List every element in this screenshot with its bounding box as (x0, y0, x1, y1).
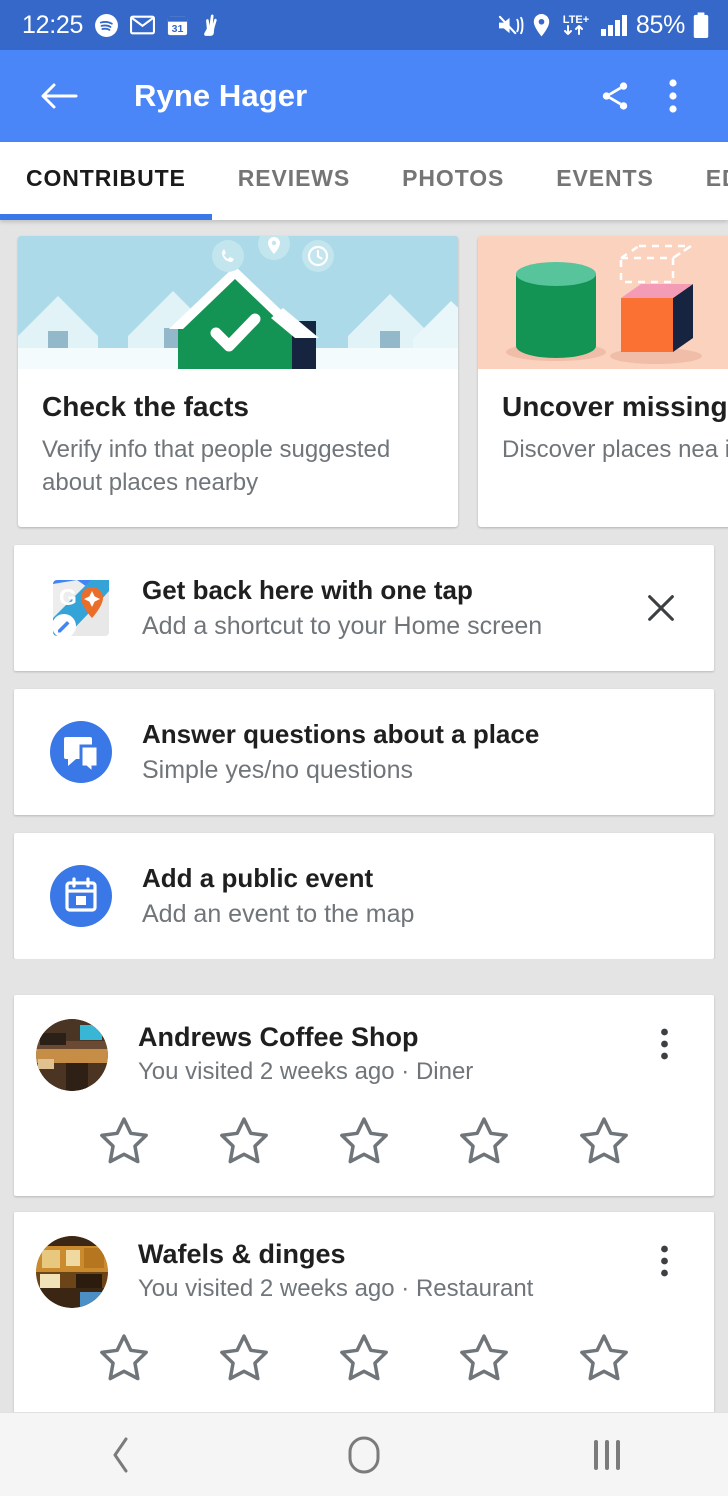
promo-carousel[interactable]: Check the facts Verify info that people … (0, 220, 728, 527)
svg-text:G: G (59, 584, 77, 610)
overflow-menu-button[interactable] (636, 1236, 692, 1278)
app-icon (200, 13, 222, 38)
status-bar-right: LTE+ 85% (497, 11, 710, 40)
location-icon (531, 13, 552, 38)
battery-percent-label: 85% (636, 11, 685, 40)
share-button[interactable] (586, 67, 644, 125)
close-icon[interactable] (630, 591, 692, 625)
system-navigation-bar (0, 1412, 728, 1496)
tab-photos[interactable]: PHOTOS (376, 142, 530, 214)
section-divider (0, 959, 728, 995)
place-name: Wafels & dinges (138, 1239, 636, 1270)
tab-bar[interactable]: CONTRIBUTE REVIEWS PHOTOS EVENTS EDITS Q (0, 142, 728, 220)
action-card-text: Answer questions about a place Simple ye… (118, 719, 692, 785)
page-title: Ryne Hager (134, 78, 586, 114)
action-card-home-shortcut[interactable]: G Get back here with one tap Add a short… (14, 545, 714, 671)
phone-screen: 12:25 31 LTE+ (0, 0, 728, 1496)
tab-edits[interactable]: EDITS (680, 142, 728, 214)
rating-stars[interactable] (36, 1091, 692, 1180)
recents-icon (594, 1440, 620, 1470)
avatar (36, 1236, 108, 1308)
promo-card-text: Uncover missing Discover places nea info… (478, 369, 728, 494)
promo-card-check-the-facts[interactable]: Check the facts Verify info that people … (18, 236, 458, 527)
back-button[interactable] (30, 67, 88, 125)
tab-label: EDITS (706, 165, 728, 192)
promo-subtitle: Verify info that people suggested about … (42, 433, 434, 499)
star-icon-4[interactable] (455, 1113, 513, 1174)
signal-bars-icon (600, 13, 629, 37)
app-bar: Ryne Hager (0, 50, 728, 142)
action-title: Add a public event (142, 863, 692, 894)
action-card-text: Get back here with one tap Add a shortcu… (118, 575, 630, 641)
promo-subtitle: Discover places nea info on Maps (502, 433, 728, 466)
contribute-feed: Check the facts Verify info that people … (0, 220, 728, 1412)
action-card-answer-questions[interactable]: Answer questions about a place Simple ye… (14, 689, 714, 815)
review-info: Andrews Coffee Shop You visited 2 weeks … (108, 1019, 636, 1086)
promo-card-text: Check the facts Verify info that people … (18, 369, 458, 527)
chat-bubbles-icon (44, 715, 118, 789)
calendar-event-icon (44, 859, 118, 933)
review-header: Wafels & dinges You visited 2 weeks ago … (36, 1236, 692, 1308)
tab-label: PHOTOS (402, 165, 504, 192)
action-card-text: Add a public event Add an event to the m… (118, 863, 692, 929)
spotify-icon (94, 13, 119, 38)
nav-home-button[interactable] (289, 1413, 439, 1496)
promo-title: Uncover missing (502, 391, 728, 423)
promo-title: Check the facts (42, 391, 434, 423)
rating-stars[interactable] (36, 1308, 692, 1397)
gmail-icon (130, 15, 155, 35)
promo-card-uncover-missing[interactable]: Uncover missing Discover places nea info… (478, 236, 728, 527)
star-icon-2[interactable] (215, 1113, 273, 1174)
star-icon-1[interactable] (95, 1113, 153, 1174)
review-card-andrews-coffee-shop[interactable]: Andrews Coffee Shop You visited 2 weeks … (14, 995, 714, 1196)
google-maps-shortcut-icon: G (44, 571, 118, 645)
action-subtitle: Add a shortcut to your Home screen (142, 612, 630, 641)
review-info: Wafels & dinges You visited 2 weeks ago … (108, 1236, 636, 1303)
tab-reviews[interactable]: REVIEWS (212, 142, 376, 214)
tab-label: REVIEWS (238, 165, 350, 192)
review-card-wafels-dinges[interactable]: Wafels & dinges You visited 2 weeks ago … (14, 1212, 714, 1412)
overflow-menu-button[interactable] (636, 1019, 692, 1061)
star-icon-4[interactable] (455, 1330, 513, 1391)
action-title: Answer questions about a place (142, 719, 692, 750)
review-header: Andrews Coffee Shop You visited 2 weeks … (36, 1019, 692, 1091)
star-icon-3[interactable] (335, 1113, 393, 1174)
promo-art-snowy-houses (18, 236, 458, 369)
tab-label: EVENTS (556, 165, 653, 192)
status-bar-clock: 12:25 (22, 11, 83, 40)
overflow-menu-button[interactable] (644, 67, 702, 125)
calendar-icon: 31 (166, 14, 189, 37)
nav-recents-button[interactable] (532, 1413, 682, 1496)
tab-contribute[interactable]: CONTRIBUTE (0, 142, 212, 214)
status-bar-left: 12:25 31 (22, 11, 222, 40)
svg-text:31: 31 (172, 23, 184, 35)
battery-icon (692, 12, 710, 39)
vibrate-mute-icon (497, 14, 524, 37)
place-meta: You visited 2 weeks ago · Diner (138, 1058, 636, 1086)
star-icon-1[interactable] (95, 1330, 153, 1391)
star-icon-3[interactable] (335, 1330, 393, 1391)
promo-art-3d-shapes (478, 236, 728, 369)
lte-plus-icon: LTE+ (559, 12, 593, 38)
star-icon-5[interactable] (575, 1113, 633, 1174)
place-meta: You visited 2 weeks ago · Restaurant (138, 1275, 636, 1303)
tab-label: CONTRIBUTE (26, 165, 186, 192)
status-bar: 12:25 31 LTE+ (0, 0, 728, 50)
tab-events[interactable]: EVENTS (530, 142, 679, 214)
action-subtitle: Simple yes/no questions (142, 756, 692, 785)
lte-label: LTE+ (563, 14, 589, 26)
star-icon-5[interactable] (575, 1330, 633, 1391)
star-icon-2[interactable] (215, 1330, 273, 1391)
action-card-add-public-event[interactable]: Add a public event Add an event to the m… (14, 833, 714, 959)
nav-back-button[interactable] (46, 1413, 196, 1496)
action-subtitle: Add an event to the map (142, 900, 692, 929)
action-title: Get back here with one tap (142, 575, 630, 606)
avatar (36, 1019, 108, 1091)
place-name: Andrews Coffee Shop (138, 1022, 636, 1053)
